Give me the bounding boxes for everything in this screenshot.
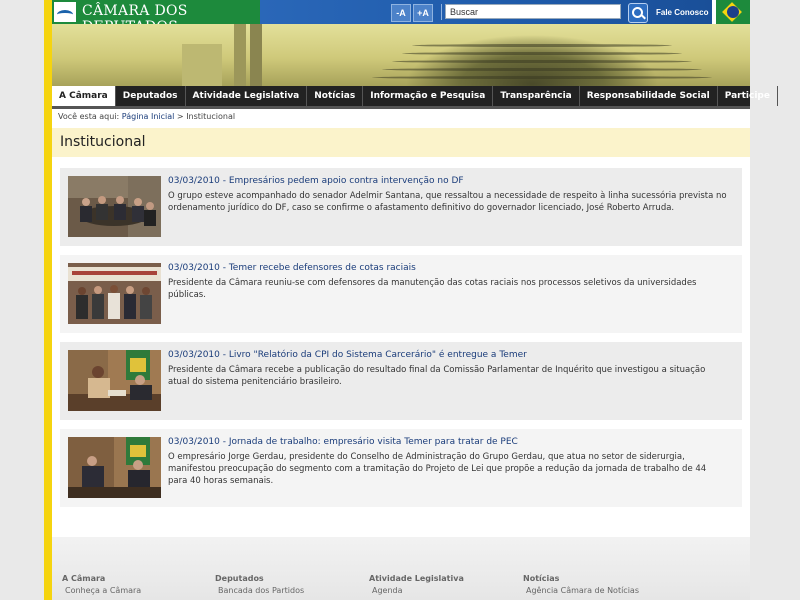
- breadcrumb-home-link[interactable]: Página Inicial: [122, 112, 175, 121]
- news-item: 03/03/2010 - Empresários pedem apoio con…: [60, 168, 742, 246]
- news-headline-link[interactable]: 03/03/2010 - Jornada de trabalho: empres…: [168, 437, 518, 447]
- nav-item-noticias[interactable]: Notícias: [307, 86, 364, 106]
- footer-link[interactable]: Agência Câmara de Notícias: [523, 586, 639, 595]
- nav-item-deputados[interactable]: Deputados: [116, 86, 186, 106]
- footer-column: A Câmara Conheça a Câmara: [62, 574, 141, 595]
- news-description: Presidente da Câmara recebe a publicação…: [168, 365, 706, 387]
- page-frame: CÂMARA DOS DEPUTADOS -A +A Fale Conosco …: [44, 0, 778, 600]
- font-increase-button[interactable]: +A: [413, 4, 433, 22]
- nav-item-participe[interactable]: Participe: [718, 86, 778, 106]
- search-button[interactable]: [628, 3, 648, 23]
- contact-link[interactable]: Fale Conosco: [656, 8, 708, 17]
- site-logo[interactable]: CÂMARA DOS DEPUTADOS: [52, 0, 260, 35]
- footer-heading: Notícias: [523, 574, 560, 583]
- footer-column: Deputados Bancada dos Partidos: [215, 574, 304, 595]
- news-item: 03/03/2010 - Temer recebe defensores de …: [60, 255, 742, 333]
- footer-column: Notícias Agência Câmara de Notícias: [523, 574, 639, 595]
- footer-heading: A Câmara: [62, 574, 106, 583]
- footer-link[interactable]: Agenda: [369, 586, 464, 595]
- news-photo[interactable]: [68, 437, 161, 498]
- news-photo[interactable]: [68, 263, 161, 324]
- footer-link[interactable]: Conheça a Câmara: [62, 586, 141, 595]
- main-nav: A Câmara Deputados Atividade Legislativa…: [52, 86, 778, 109]
- news-headline-link[interactable]: 03/03/2010 - Temer recebe defensores de …: [168, 263, 416, 273]
- nav-item-informacao-e-pesquisa[interactable]: Informação e Pesquisa: [363, 86, 494, 106]
- breadcrumb-current: Institucional: [186, 112, 236, 121]
- nav-item-transparencia[interactable]: Transparência: [493, 86, 580, 106]
- news-headline-link[interactable]: 03/03/2010 - Empresários pedem apoio con…: [168, 176, 464, 186]
- breadcrumb-prefix: Você esta aqui:: [58, 112, 122, 121]
- news-description: Presidente da Câmara reuniu-se com defen…: [168, 278, 697, 300]
- news-description: O empresário Jorge Gerdau, presidente do…: [168, 452, 707, 486]
- footer: A Câmara Conheça a Câmara Deputados Banc…: [52, 537, 750, 600]
- brazil-flag-icon[interactable]: [716, 0, 750, 24]
- news-headline-link[interactable]: 03/03/2010 - Livro "Relatório da CPI do …: [168, 350, 527, 360]
- breadcrumb: Você esta aqui: Página Inicial > Institu…: [58, 112, 235, 121]
- divider: [441, 4, 442, 20]
- camara-logo-icon: [54, 2, 76, 22]
- news-item: 03/03/2010 - Livro "Relatório da CPI do …: [60, 342, 742, 420]
- footer-column: Atividade Legislativa Agenda: [369, 574, 464, 595]
- search-input[interactable]: [445, 4, 621, 19]
- title-band: Institucional: [52, 128, 750, 157]
- breadcrumb-separator: >: [174, 112, 187, 121]
- footer-link[interactable]: Bancada dos Partidos: [215, 586, 304, 595]
- footer-heading: Deputados: [215, 574, 264, 583]
- font-decrease-button[interactable]: -A: [391, 4, 411, 22]
- nav-item-responsabilidade-social[interactable]: Responsabilidade Social: [580, 86, 718, 106]
- plenary-banner: [52, 24, 750, 86]
- news-description: O grupo esteve acompanhado do senador Ad…: [168, 191, 727, 213]
- footer-heading: Atividade Legislativa: [369, 574, 464, 583]
- nav-item-a-camara[interactable]: A Câmara: [52, 86, 116, 106]
- page-title: Institucional: [60, 134, 146, 150]
- news-photo[interactable]: [68, 350, 161, 411]
- news-photo[interactable]: [68, 176, 161, 237]
- news-item: 03/03/2010 - Jornada de trabalho: empres…: [60, 429, 742, 507]
- top-bar: CÂMARA DOS DEPUTADOS -A +A Fale Conosco: [52, 0, 750, 35]
- nav-item-atividade-legislativa[interactable]: Atividade Legislativa: [186, 86, 308, 106]
